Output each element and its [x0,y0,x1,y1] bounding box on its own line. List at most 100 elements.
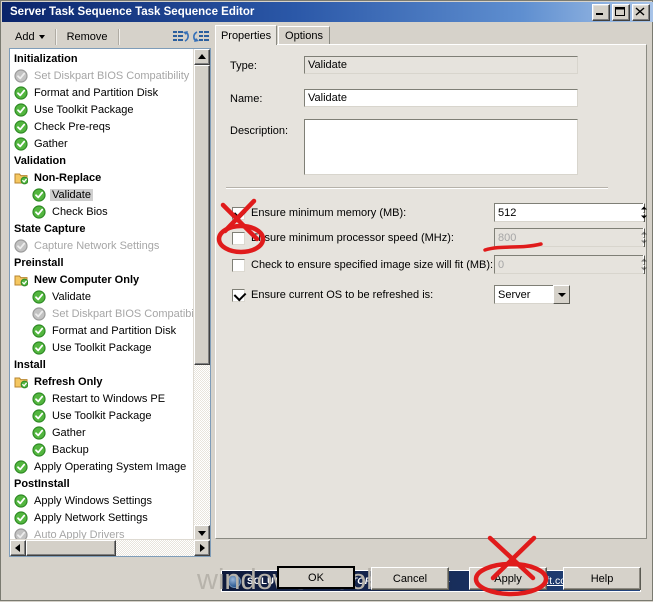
tree-item[interactable]: Use Toolkit Package [10,407,195,424]
spinner-image-size-buttons [641,255,647,274]
check-green-icon [14,459,30,474]
cancel-button[interactable]: Cancel [371,567,449,590]
spinner-image-size-value [494,255,643,274]
task-sequence-tree[interactable]: Initialization Set Diskpart BIOS Compatib… [10,50,195,541]
vertical-scrollbar-thumb[interactable] [194,65,210,365]
tree-toolbar: Add Remove [9,25,211,48]
help-button[interactable]: Help [563,567,641,590]
tree-item[interactable]: Apply Operating System Image [10,458,195,475]
minimize-icon[interactable] [592,4,610,21]
tree-vertical-scrollbar[interactable] [193,49,210,541]
tree-item[interactable]: Check Bios [10,203,195,220]
tree-item[interactable]: Capture Network Settings [10,237,195,254]
globe-icon [228,574,241,588]
tree-item[interactable]: Set Diskpart BIOS Compatibility M [10,67,195,84]
close-icon[interactable] [632,4,650,21]
option-row-processor-speed[interactable]: Ensure minimum processor speed (MHz): [232,230,454,246]
horizontal-scrollbar-thumb[interactable] [26,540,116,556]
type-field [304,56,578,74]
tab-options[interactable]: Options [278,26,330,45]
tree-item[interactable]: Refresh Only [10,373,195,390]
spinner-minimum-memory-value[interactable] [494,203,643,222]
window-controls [592,4,650,21]
tree-item[interactable]: Gather [10,135,195,152]
tree-item-label: Apply Operating System Image [34,460,187,473]
spinner-image-size[interactable] [494,255,647,274]
tree-horizontal-scrollbar[interactable] [10,539,210,556]
name-field[interactable] [304,89,578,107]
tree-item-label: Validate [50,188,93,201]
tree-item[interactable]: Initialization [10,50,195,67]
tree-item-label: Set Diskpart BIOS Compatibi [52,307,194,320]
tree-item[interactable]: Restart to Windows PE [10,390,195,407]
tree-item[interactable]: Validate [10,288,195,305]
tree-item-label: State Capture [14,222,86,235]
tree-item[interactable]: New Computer Only [10,271,195,288]
check-green-icon [32,425,48,440]
toolbar-separator-1 [54,28,57,45]
spinner-minimum-memory[interactable] [494,203,647,222]
folder-green-icon [14,171,30,185]
tree-item-label: Use Toolkit Package [34,103,134,116]
check-green-icon [14,493,30,508]
spinner-up-icon-memory[interactable] [641,203,647,213]
scroll-left-button[interactable] [10,540,26,556]
tree-item[interactable]: Format and Partition Disk [10,322,195,339]
tree-item[interactable]: State Capture [10,220,195,237]
combo-current-os[interactable]: Server [494,285,570,304]
spinner-processor-speed[interactable] [494,228,647,247]
tree-item[interactable]: Preinstall [10,254,195,271]
option-row-image-size[interactable]: Check to ensure specified image size wil… [232,257,493,273]
add-button-label: Add [15,30,35,43]
scroll-right-button[interactable] [194,540,210,556]
tree-item[interactable]: Install [10,356,195,373]
tree-item[interactable]: Format and Partition Disk [10,84,195,101]
remove-button-label: Remove [66,30,108,43]
move-down-icon[interactable] [191,28,211,46]
tree-item[interactable]: Validate [10,186,195,203]
tree-item-label: Format and Partition Disk [52,324,177,337]
vertical-scrollbar-track[interactable] [194,365,210,525]
tree-item[interactable]: Backup [10,441,195,458]
description-field[interactable] [304,119,578,175]
tree-item-label: Non-Replace [34,171,102,184]
chevron-down-icon[interactable] [553,285,570,304]
tree-item[interactable]: Non-Replace [10,169,195,186]
spinner-minimum-memory-buttons[interactable] [641,203,647,222]
folder-green-icon [14,375,30,389]
apply-button[interactable]: Apply [469,567,547,590]
check-green-icon [32,340,48,355]
tree-item[interactable]: Set Diskpart BIOS Compatibi [10,305,195,322]
tree-item-label: Apply Network Settings [34,511,148,524]
tree-item[interactable]: Use Toolkit Package [10,339,195,356]
tree-item[interactable]: Apply Network Settings [10,509,195,526]
tree-item[interactable]: Validation [10,152,195,169]
checkbox-processor-speed[interactable] [232,231,245,245]
scroll-up-button[interactable] [194,49,210,65]
tree-item[interactable]: Use Toolkit Package [10,101,195,118]
tree-item[interactable]: Apply Windows Settings [10,492,195,509]
checkbox-minimum-memory[interactable] [232,206,247,220]
remove-button[interactable]: Remove [61,29,114,45]
checkbox-current-os[interactable] [232,288,247,302]
tree-item-label: Install [14,358,46,371]
tree-item[interactable]: Gather [10,424,195,441]
option-row-current-os[interactable]: Ensure current OS to be refreshed is: [232,287,433,303]
add-button[interactable]: Add [9,29,51,45]
check-green-icon [14,136,30,151]
check-green-icon [32,323,48,338]
tab-properties[interactable]: Properties [215,25,277,45]
tree-item[interactable]: PostInstall [10,475,195,492]
maximize-icon[interactable] [612,4,630,21]
ok-button[interactable]: OK [277,566,355,589]
toolbar-separator-2 [117,28,120,45]
tree-item-label: Check Bios [52,205,108,218]
spinner-down-icon-memory[interactable] [641,212,647,222]
tree-item[interactable]: Check Pre-reqs [10,118,195,135]
option-row-minimum-memory[interactable]: Ensure minimum memory (MB): [232,205,406,221]
move-up-icon[interactable] [171,28,191,46]
checkbox-image-size[interactable] [232,258,245,272]
check-green-icon [14,510,30,525]
check-gray-icon [14,238,30,253]
checkbox-processor-speed-label: Ensure minimum processor speed (MHz): [251,232,454,244]
